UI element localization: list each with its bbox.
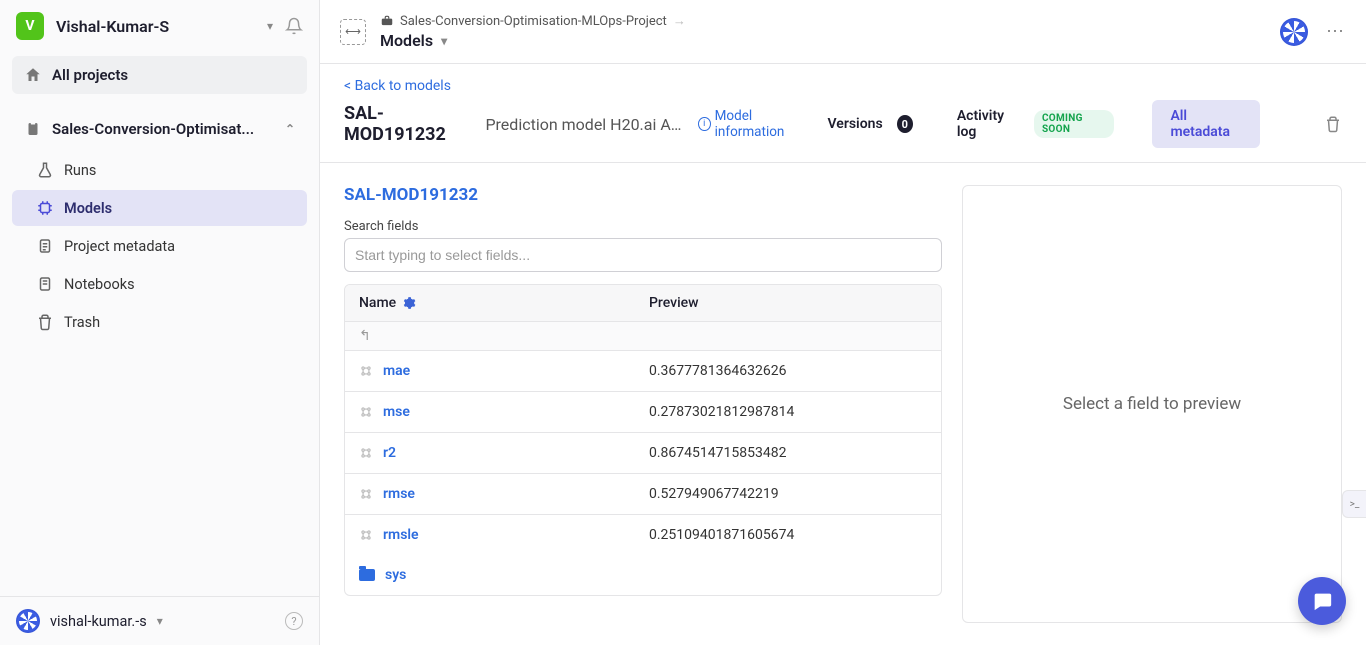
level-up-icon: ↰ [359, 328, 371, 344]
search-input[interactable] [344, 238, 942, 272]
info-icon: i [698, 117, 711, 131]
back-to-models-link[interactable]: < Back to models [344, 78, 451, 94]
sidebar-item-label: Models [64, 200, 112, 217]
workspace-badge: V [16, 12, 44, 40]
metric-icon [359, 487, 373, 501]
chip-icon [36, 199, 54, 217]
side-tab-terminal[interactable]: >_ [1342, 490, 1366, 518]
field-preview: 0.3677781364632626 [635, 351, 941, 391]
fields-panel: SAL-MOD191232 Search fields Name Preview… [344, 185, 942, 623]
help-icon[interactable]: ? [285, 612, 303, 630]
user-footer[interactable]: vishal-kumar.-s ▾ ? [0, 596, 319, 645]
flask-icon [36, 161, 54, 179]
breadcrumb-separator: → [673, 13, 686, 29]
chevron-down-icon: ▾ [441, 34, 447, 48]
sidebar: V Vishal-Kumar-S ▾ All projects Sales-Co… [0, 0, 320, 645]
table-row[interactable]: mse 0.27873021812987814 [345, 392, 941, 433]
all-projects-button[interactable]: All projects [12, 56, 307, 94]
trash-icon [36, 313, 54, 331]
project-nav: Runs Models Project metadata Notebooks T… [12, 152, 307, 340]
search-fields-label: Search fields [344, 219, 942, 234]
trash-icon[interactable] [1324, 115, 1342, 133]
versions-label: Versions [828, 116, 883, 132]
table-row[interactable]: mae 0.3677781364632626 [345, 351, 941, 392]
compare-icon[interactable]: ⟷ [340, 19, 366, 45]
chat-fab[interactable] [1298, 577, 1346, 625]
table-row[interactable]: rmsle 0.25109401871605674 [345, 515, 941, 555]
notebook-icon [36, 275, 54, 293]
preview-placeholder: Select a field to preview [1063, 394, 1241, 414]
sidebar-item-label: Project metadata [64, 238, 175, 255]
versions-count: 0 [897, 115, 913, 133]
sidebar-item-label: Notebooks [64, 276, 135, 293]
table-row[interactable]: rmse 0.527949067742219 [345, 474, 941, 515]
field-preview: 0.25109401871605674 [635, 515, 941, 555]
chevron-down-icon: ▾ [157, 614, 163, 628]
username: vishal-kumar.-s [50, 613, 147, 630]
more-icon[interactable]: ⋯ [1326, 21, 1346, 42]
metric-icon [359, 446, 373, 460]
sidebar-item-trash[interactable]: Trash [12, 304, 307, 340]
chat-icon [1311, 590, 1333, 612]
metric-icon [359, 364, 373, 378]
sidebar-item-label: Trash [64, 314, 100, 331]
model-subheader: < Back to models SAL-MOD191232 Predictio… [320, 64, 1366, 163]
field-preview [635, 555, 941, 595]
avatar[interactable] [1280, 18, 1308, 46]
all-projects-label: All projects [52, 66, 128, 84]
all-metadata-button[interactable]: All metadata [1152, 100, 1260, 148]
topbar: ⟷ Sales-Conversion-Optimisation-MLOps-Pr… [320, 0, 1366, 64]
field-preview: 0.527949067742219 [635, 474, 941, 514]
field-name: mae [383, 363, 410, 379]
briefcase-icon [380, 14, 394, 28]
field-preview: 0.27873021812987814 [635, 392, 941, 432]
field-name: mse [383, 404, 410, 420]
table-header: Name Preview [345, 285, 941, 322]
clipboard-icon [24, 120, 42, 138]
model-info-label: Model information [715, 108, 814, 140]
fields-table: Name Preview ↰ mae 0.3677781364632626 mse 0… [344, 284, 942, 596]
table-row-folder[interactable]: sys [345, 555, 941, 595]
table-row[interactable]: r2 0.8674514715853482 [345, 433, 941, 474]
sidebar-item-label: Runs [64, 162, 96, 179]
field-name: r2 [383, 445, 396, 461]
column-name-header[interactable]: Name [359, 295, 396, 311]
field-name: sys [385, 567, 406, 583]
model-name: Prediction model H20.ai Auto... [485, 115, 683, 134]
folder-icon [359, 569, 375, 581]
home-icon [24, 66, 42, 84]
breadcrumb-project: Sales-Conversion-Optimisation-MLOps-Proj… [400, 14, 667, 29]
coming-soon-badge: COMING SOON [1034, 110, 1114, 138]
preview-panel: Select a field to preview [962, 185, 1342, 623]
field-name: rmsle [383, 527, 419, 543]
column-preview-header: Preview [635, 285, 941, 321]
sidebar-item-runs[interactable]: Runs [12, 152, 307, 188]
project-row[interactable]: Sales-Conversion-Optimisat... ⌃ [12, 110, 307, 148]
page-title-row[interactable]: Models ▾ [380, 31, 686, 50]
field-preview: 0.8674514715853482 [635, 433, 941, 473]
metric-icon [359, 405, 373, 419]
gear-icon[interactable] [402, 296, 416, 310]
model-information-link[interactable]: i Model information [698, 108, 814, 140]
breadcrumb[interactable]: Sales-Conversion-Optimisation-MLOps-Proj… [380, 13, 686, 29]
activity-log-label: Activity log [957, 108, 1020, 140]
bell-icon[interactable] [285, 17, 303, 35]
sidebar-item-models[interactable]: Models [12, 190, 307, 226]
clipboard-list-icon [36, 237, 54, 255]
workspace-name: Vishal-Kumar-S [56, 17, 255, 36]
field-name: rmse [383, 486, 415, 502]
workspace-switcher[interactable]: V Vishal-Kumar-S ▾ [0, 0, 319, 48]
main-content: ⟷ Sales-Conversion-Optimisation-MLOps-Pr… [320, 0, 1366, 645]
project-name: Sales-Conversion-Optimisat... [52, 120, 275, 138]
page-title: Models [380, 31, 433, 50]
sidebar-item-project-metadata[interactable]: Project metadata [12, 228, 307, 264]
chevron-down-icon: ▾ [267, 19, 273, 33]
model-id-link[interactable]: SAL-MOD191232 [344, 185, 942, 205]
parent-folder-row[interactable]: ↰ [345, 322, 941, 351]
metric-icon [359, 528, 373, 542]
avatar [16, 609, 40, 633]
model-id: SAL-MOD191232 [344, 103, 471, 145]
sidebar-item-notebooks[interactable]: Notebooks [12, 266, 307, 302]
chevron-up-icon: ⌃ [285, 122, 295, 136]
